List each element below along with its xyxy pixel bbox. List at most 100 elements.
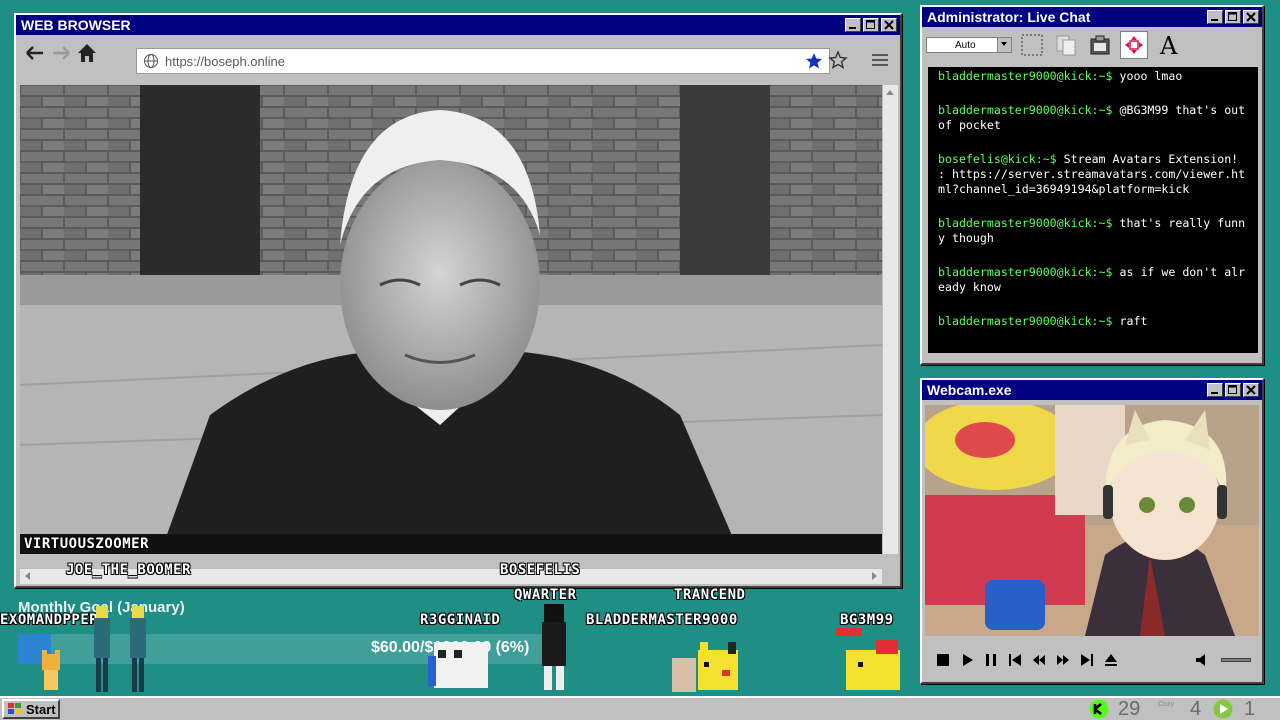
rewind-icon — [1033, 655, 1045, 665]
fox-avatar-sprite — [42, 650, 60, 690]
rumble-logo-icon — [1213, 699, 1233, 719]
back-button[interactable] — [22, 40, 48, 66]
kick-viewer-count: 29 — [1118, 698, 1141, 720]
stop-icon — [937, 654, 949, 666]
pikachu-santa-avatar-sprite — [836, 628, 900, 690]
maximize-button[interactable] — [1225, 10, 1241, 24]
volume-slider[interactable] — [1221, 658, 1251, 662]
minimize-button[interactable] — [845, 18, 861, 32]
avatar-name: VIRTUOUSZOOMER — [24, 536, 150, 552]
maximize-icon — [1228, 12, 1237, 21]
eject-icon — [1105, 654, 1117, 666]
start-button[interactable]: Start — [2, 699, 60, 719]
cozy-label: Cozy — [1158, 701, 1174, 708]
browser-titlebar[interactable]: WEB BROWSER — [16, 15, 900, 35]
clipboard-icon — [1090, 35, 1110, 55]
minimize-button[interactable] — [1207, 10, 1223, 24]
minimize-button[interactable] — [1207, 383, 1223, 397]
star-outline-icon — [828, 50, 848, 69]
copy-icon — [1056, 35, 1076, 56]
fast-forward-icon — [1057, 655, 1069, 665]
avatar-name: TRANCEND — [674, 587, 746, 603]
avatar-name: EXOMANDPPER — [0, 612, 99, 628]
minimize-icon — [849, 27, 856, 29]
home-icon — [78, 44, 96, 62]
maximize-button[interactable] — [1225, 383, 1241, 397]
chat-message: bladdermaster9000@kick:~$ yooo lmao — [938, 69, 1248, 84]
live-chat-window: Administrator: Live Chat Auto A bladderm… — [920, 5, 1264, 365]
forward-arrow-icon — [53, 46, 70, 60]
webcam-title: Webcam.exe — [927, 382, 1012, 398]
rewind-button[interactable] — [1029, 650, 1049, 670]
skip-next-button[interactable] — [1077, 650, 1097, 670]
media-controls — [925, 642, 1259, 678]
eject-button[interactable] — [1101, 650, 1121, 670]
pause-icon — [986, 654, 996, 666]
fast-forward-button[interactable] — [1053, 650, 1073, 670]
close-button[interactable] — [1243, 383, 1259, 397]
skip-next-icon — [1081, 654, 1093, 666]
minimize-icon — [1211, 19, 1218, 21]
scroll-right-icon — [872, 572, 877, 580]
chat-message: bladdermaster9000@kick:~$ @BG3M99 that's… — [938, 103, 1248, 133]
portrait-photo — [20, 85, 882, 554]
maximize-icon — [866, 20, 875, 29]
maximize-icon — [1228, 385, 1237, 394]
close-icon — [1246, 385, 1256, 395]
chat-username: bladdermaster9000@kick:~$ — [938, 216, 1113, 230]
zoom-select[interactable]: Auto — [926, 37, 1012, 53]
skip-previous-button[interactable] — [1005, 650, 1025, 670]
chat-message: bosefelis@kick:~$ Stream Avatars Extensi… — [938, 152, 1248, 197]
browser-window: WEB BROWSER https://boseph.online — [14, 13, 902, 588]
scroll-up-icon — [886, 90, 894, 95]
avatar-name: BOSEFELIS — [500, 562, 581, 578]
webcam-titlebar[interactable]: Webcam.exe — [922, 380, 1262, 400]
scroll-left-icon — [25, 572, 30, 580]
vertical-scrollbar[interactable] — [882, 85, 898, 554]
forward-button[interactable] — [48, 40, 74, 66]
text-icon: A — [1159, 33, 1178, 57]
chat-titlebar[interactable]: Administrator: Live Chat — [922, 7, 1262, 27]
text-tool-button[interactable]: A — [1154, 31, 1182, 59]
paste-tool-button[interactable] — [1086, 31, 1114, 59]
browser-title: WEB BROWSER — [21, 17, 131, 33]
select-tool-button[interactable] — [1018, 31, 1046, 59]
chat-username: bladdermaster9000@kick:~$ — [938, 265, 1113, 279]
page-viewport — [20, 85, 882, 554]
menu-button[interactable] — [871, 52, 889, 73]
chat-toolbar: Auto A — [922, 27, 1262, 63]
windows-logo-icon — [8, 703, 21, 714]
chat-username: bladdermaster9000@kick:~$ — [938, 69, 1113, 83]
chat-text: raft — [1119, 314, 1148, 328]
bookmark-star-filled-icon[interactable] — [805, 52, 823, 70]
pikachu-avatar-sprite — [672, 642, 738, 692]
webcam-feed — [925, 405, 1259, 636]
chat-username: bosefelis@kick:~$ — [938, 152, 1057, 166]
chat-message: bladdermaster9000@kick:~$ raft — [938, 314, 1248, 329]
address-bar[interactable]: https://boseph.online — [136, 48, 830, 74]
start-label: Start — [26, 701, 56, 717]
copy-tool-button[interactable] — [1052, 31, 1080, 59]
chat-messages[interactable]: bladdermaster9000@kick:~$ yooo lmao blad… — [928, 67, 1258, 353]
knight-avatars-sprite — [94, 606, 146, 692]
home-button[interactable] — [74, 40, 100, 66]
maximize-button[interactable] — [863, 18, 879, 32]
ninja-avatar-sprite — [542, 604, 566, 690]
hamburger-icon — [872, 54, 888, 66]
minimize-icon — [1211, 392, 1218, 394]
move-tool-button[interactable] — [1120, 31, 1148, 59]
volume-button[interactable] — [1193, 650, 1213, 670]
speaker-icon — [1196, 654, 1205, 666]
close-button[interactable] — [1243, 10, 1259, 24]
dropdown-arrow-icon[interactable] — [997, 38, 1011, 52]
chat-message: bladdermaster9000@kick:~$ that's really … — [938, 216, 1248, 246]
close-button[interactable] — [881, 18, 897, 32]
svg-text:A: A — [1159, 33, 1178, 57]
pause-button[interactable] — [981, 650, 1001, 670]
skip-previous-icon — [1009, 654, 1021, 666]
play-button[interactable] — [957, 650, 977, 670]
favorites-button[interactable] — [828, 50, 848, 75]
back-arrow-icon — [26, 46, 43, 60]
stop-button[interactable] — [933, 650, 953, 670]
taskbar: Start 29 Cozy 4 1 — [0, 696, 1280, 720]
